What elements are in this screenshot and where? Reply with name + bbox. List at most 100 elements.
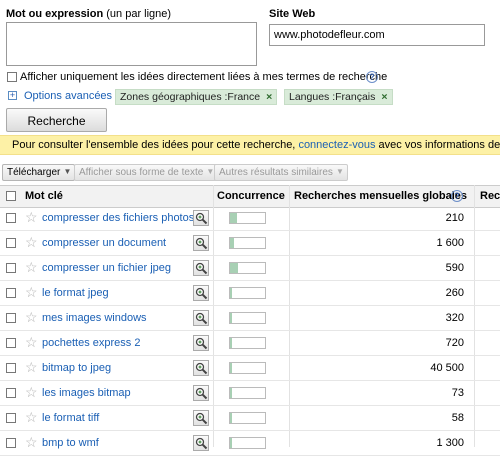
star-icon[interactable]: ☆ [25,285,38,299]
global-searches-value: 73 [451,387,464,399]
magnifier-icon[interactable] [193,285,209,301]
keyword-link[interactable]: pochettes express 2 [42,337,140,349]
star-icon[interactable]: ☆ [25,310,38,324]
table-row: ☆ compresser un document 1 600 [0,231,500,256]
site-label-row: Site Web [269,8,315,20]
row-checkbox[interactable] [6,213,16,223]
keyword-link[interactable]: compresser des fichiers photos [42,212,194,224]
keyword-link[interactable]: mes images windows [42,312,147,324]
header-next-column[interactable]: Rech [480,190,500,202]
competition-fill [230,413,232,423]
row-checkbox[interactable] [6,388,16,398]
star-icon[interactable]: ☆ [25,385,38,399]
global-searches-value: 210 [445,212,464,224]
keyword-link[interactable]: le format tiff [42,412,99,424]
magnifier-icon[interactable] [193,310,209,326]
only-related-label: Afficher uniquement les idées directemen… [20,71,388,83]
header-competition[interactable]: Concurrence [217,190,285,202]
global-searches-value: 1 600 [436,237,464,249]
competition-bar [229,212,266,224]
competition-fill [230,363,232,373]
star-icon[interactable]: ☆ [25,410,38,424]
magnifier-icon[interactable] [193,385,209,401]
row-checkbox[interactable] [6,363,16,373]
expand-plus-icon[interactable]: + [8,91,17,100]
magnifier-icon[interactable] [193,260,209,276]
magnifier-icon[interactable] [193,235,209,251]
competition-bar [229,287,266,299]
text-view-button[interactable]: Afficher sous forme de texte ▼ [74,164,219,181]
text-view-label: Afficher sous forme de texte [79,167,204,178]
table-row: ☆ le format jpeg 260 [0,281,500,306]
download-label: Télécharger [7,167,61,178]
select-all-checkbox[interactable] [6,191,16,204]
keyword-link[interactable]: les images bitmap [42,387,131,399]
star-icon[interactable]: ☆ [25,210,38,224]
download-dropdown-icon: ▼ [63,167,72,176]
table-row: ☆ pochettes express 2 720 [0,331,500,356]
advanced-options-link[interactable]: Options avancées [24,90,112,102]
global-searches-value: 1 300 [436,437,464,449]
row-checkbox[interactable] [6,238,16,248]
table-row: ☆ le format tiff 58 [0,406,500,431]
star-icon[interactable]: ☆ [25,360,38,374]
chip-location: Zones géographiques :France × [115,89,278,105]
table-row: ☆ mes images windows 320 [0,306,500,331]
header-help-icon[interactable]: ? [451,190,463,202]
competition-bar [229,362,266,374]
chip-language-close-icon[interactable]: × [381,91,387,103]
competition-bar [229,412,266,424]
competition-bar [229,387,266,399]
banner-signin-link[interactable]: connectez-vous [298,139,375,151]
competition-bar [229,262,266,274]
row-checkbox[interactable] [6,313,16,323]
star-icon[interactable]: ☆ [25,235,38,249]
other-results-label: Autres résultats similaires [219,167,333,178]
banner-text-before: Pour consulter l'ensemble des idées pour… [12,139,296,151]
keyword-link[interactable]: bitmap to jpeg [42,362,111,374]
download-button[interactable]: Télécharger ▼ [2,164,76,181]
keyword-link[interactable]: compresser un document [42,237,166,249]
magnifier-icon[interactable] [193,360,209,376]
global-searches-value: 260 [445,287,464,299]
magnifier-icon[interactable] [193,410,209,426]
other-results-button[interactable]: Autres résultats similaires ▼ [214,164,348,181]
star-icon[interactable]: ☆ [25,335,38,349]
keyword-link[interactable]: compresser un fichier jpeg [42,262,171,274]
keyword-link[interactable]: bmp to wmf [42,437,99,449]
header-global-searches[interactable]: Recherches mensuelles globales [294,190,467,202]
search-button[interactable]: Recherche [6,108,107,132]
competition-fill [230,238,235,248]
magnifier-icon[interactable] [193,210,209,226]
table-row: ☆ bitmap to jpeg 40 500 [0,356,500,381]
competition-bar [229,337,266,349]
help-icon[interactable]: ? [366,71,378,83]
row-checkbox[interactable] [6,263,16,273]
chip-location-close-icon[interactable]: × [266,91,272,103]
table-row: ☆ les images bitmap 73 [0,381,500,406]
keyword-label: Mot ou expression [6,8,104,20]
table-row: ☆ compresser un fichier jpeg 590 [0,256,500,281]
global-searches-value: 590 [445,262,464,274]
global-searches-value: 720 [445,337,464,349]
competition-bar [229,312,266,324]
keyword-textarea[interactable] [6,22,257,66]
site-input-value: www.photodefleur.com [274,29,385,41]
only-related-checkbox[interactable] [7,72,17,85]
keyword-link[interactable]: le format jpeg [42,287,109,299]
global-searches-value: 58 [451,412,464,424]
site-input[interactable]: www.photodefleur.com [269,24,485,46]
competition-fill [230,288,232,298]
signin-banner: Pour consulter l'ensemble des idées pour… [0,135,500,155]
chip-location-label: Zones géographiques :France [120,91,261,103]
star-icon[interactable]: ☆ [25,260,38,274]
keyword-hint: (un par ligne) [106,8,172,20]
magnifier-icon[interactable] [193,335,209,351]
row-checkbox[interactable] [6,413,16,423]
competition-fill [230,338,232,348]
global-searches-value: 40 500 [430,362,464,374]
row-checkbox[interactable] [6,288,16,298]
header-keyword[interactable]: Mot clé [25,190,63,202]
magnifier-icon[interactable] [193,435,209,451]
row-checkbox[interactable] [6,338,16,348]
